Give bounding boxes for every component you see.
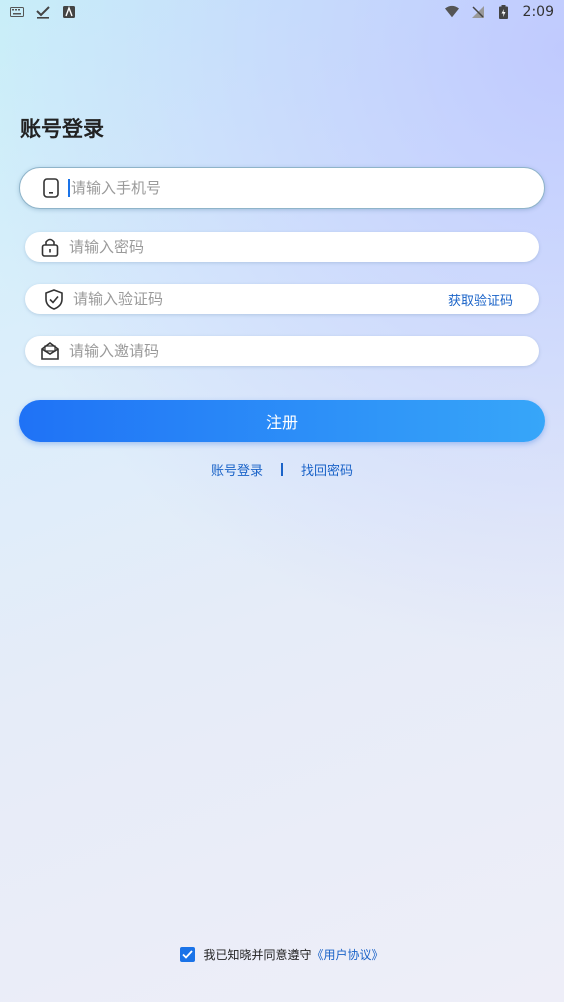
keyboard-icon — [10, 5, 24, 19]
status-bar: 2:09 — [0, 0, 564, 24]
phone-icon — [40, 177, 62, 199]
phone-field[interactable] — [19, 167, 545, 209]
invite-field[interactable] — [25, 336, 539, 366]
status-time: 2:09 — [522, 4, 554, 20]
password-input[interactable] — [69, 232, 539, 262]
login-link[interactable]: 账号登录 — [211, 460, 263, 479]
check-icon — [182, 950, 194, 959]
background-tint — [0, 0, 564, 1002]
mail-open-icon — [39, 340, 61, 362]
link-divider — [281, 463, 283, 476]
code-field[interactable]: 获取验证码 — [25, 284, 539, 314]
forgot-password-link[interactable]: 找回密码 — [301, 460, 353, 479]
wifi-icon — [444, 5, 459, 19]
no-signal-icon — [471, 5, 485, 19]
agreement-checkbox[interactable] — [180, 947, 196, 962]
download-done-icon — [36, 5, 50, 19]
agreement-row: 我已知晓并同意遵守 《用户协议》 — [0, 946, 564, 963]
status-right: 2:09 — [444, 4, 554, 20]
agreement-text: 我已知晓并同意遵守 — [203, 948, 312, 962]
page-title: 账号登录 — [20, 117, 104, 141]
password-field[interactable] — [25, 232, 539, 262]
register-button[interactable]: 注册 — [19, 400, 545, 442]
app-notification-icon — [62, 5, 76, 19]
shield-check-icon — [43, 288, 65, 310]
user-agreement-link[interactable]: 《用户协议》 — [312, 946, 384, 963]
phone-input[interactable] — [71, 168, 544, 208]
get-code-button[interactable]: 获取验证码 — [448, 290, 513, 309]
text-caret — [68, 179, 70, 197]
lock-icon — [39, 236, 61, 258]
invite-input[interactable] — [69, 336, 539, 366]
battery-charging-icon — [497, 5, 511, 19]
code-input[interactable] — [73, 284, 448, 314]
auth-links: 账号登录 找回密码 — [0, 460, 564, 479]
status-left — [10, 5, 76, 19]
